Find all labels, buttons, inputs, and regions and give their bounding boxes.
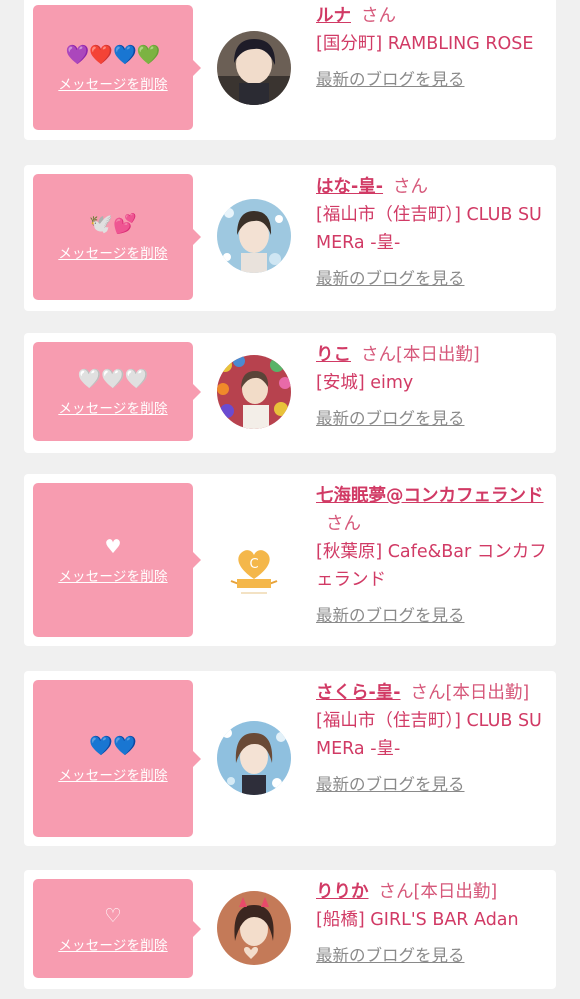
avatar[interactable] <box>217 31 291 105</box>
shop-name: [福山市（住吉町）] CLUB SUMERa -皇- <box>316 711 542 759</box>
delete-message-link[interactable]: メッセージを削除 <box>58 565 167 585</box>
delete-message-link[interactable]: メッセージを削除 <box>58 397 167 417</box>
name-suffix: さん <box>393 177 429 197</box>
latest-blog-link[interactable]: 最新のブログを見る <box>316 771 552 799</box>
cast-name-link[interactable]: さくら-皇- <box>316 683 401 703</box>
shop-name: [福山市（住吉町）] CLUB SUMERa -皇- <box>316 205 542 253</box>
avatar[interactable] <box>217 891 291 965</box>
shop-name: [安城] eimy <box>316 373 414 393</box>
message-bubble: ♡ メッセージを削除 <box>33 879 201 978</box>
cast-name-link[interactable]: 七海眠夢@コンカフェランド <box>316 486 544 506</box>
name-suffix: さん[本日出勤] <box>410 683 530 703</box>
shop-name: [国分町] RAMBLING ROSE <box>316 34 534 54</box>
entry-info: さくら-皇- さん[本日出勤] [福山市（住吉町）] CLUB SUMERa -皇… <box>316 679 552 799</box>
message-bubble: 💙💙 メッセージを削除 <box>33 680 201 837</box>
message-bubble: 🤍🤍🤍 メッセージを削除 <box>33 342 201 441</box>
latest-blog-link[interactable]: 最新のブログを見る <box>316 265 552 293</box>
message-card: 💜❤️💙💚 メッセージを削除 ルナ さん [国分町] RAMBLING ROSE … <box>24 0 556 140</box>
message-emoji: ♥ <box>104 536 122 558</box>
cast-name-link[interactable]: ルナ <box>316 6 351 26</box>
delete-message-link[interactable]: メッセージを削除 <box>58 764 167 784</box>
name-suffix: さん <box>326 514 361 534</box>
message-card: 🕊️💕 メッセージを削除 はな-皇- さん [福山市（住吉町）] CLUB SUM… <box>24 165 556 311</box>
name-suffix: さん[本日出勤] <box>378 882 498 902</box>
message-card: ♡ メッセージを削除 りりか さん[本日出勤] [船橋] GIRL'S BAR A… <box>24 870 556 989</box>
latest-blog-link[interactable]: 最新のブログを見る <box>316 602 552 630</box>
delete-message-link[interactable]: メッセージを削除 <box>58 934 167 954</box>
message-bubble: ♥ メッセージを削除 <box>33 483 201 637</box>
message-emoji: 💙💙 <box>89 734 137 757</box>
message-bubble: 🕊️💕 メッセージを削除 <box>33 174 201 300</box>
avatar[interactable]: C <box>217 537 291 611</box>
shop-name: [船橋] GIRL'S BAR Adan <box>316 910 519 930</box>
delete-message-link[interactable]: メッセージを削除 <box>58 73 167 93</box>
latest-blog-link[interactable]: 最新のブログを見る <box>316 405 552 433</box>
cast-name-link[interactable]: りりか <box>316 882 369 902</box>
entry-info: はな-皇- さん [福山市（住吉町）] CLUB SUMERa -皇- 最新のブロ… <box>316 173 552 293</box>
delete-message-link[interactable]: メッセージを削除 <box>58 242 167 262</box>
message-emoji: 💜❤️💙💚 <box>65 43 161 66</box>
cast-name-link[interactable]: りこ <box>316 345 351 365</box>
message-emoji: ♡ <box>104 904 122 927</box>
message-card: 💙💙 メッセージを削除 さくら-皇- さん[本日出勤] [福山市（住吉町）] CL… <box>24 671 556 846</box>
message-card: ♥ メッセージを削除 C 七海眠夢@コンカフェランドさん [秋葉原] Cafe&… <box>24 474 556 646</box>
shop-name: [秋葉原] Cafe&Bar コンカフェランド <box>316 542 547 590</box>
cast-name-link[interactable]: はな-皇- <box>316 177 383 197</box>
name-suffix: さん[本日出勤] <box>361 345 480 365</box>
message-emoji: 🤍🤍🤍 <box>77 367 149 390</box>
svg-text:C: C <box>249 557 258 572</box>
entry-info: りこ さん[本日出勤] [安城] eimy 最新のブログを見る <box>316 341 552 433</box>
message-card: 🤍🤍🤍 メッセージを削除 りこ さん[本日出勤] [安城] eimy 最新のブログ… <box>24 333 556 453</box>
entry-info: りりか さん[本日出勤] [船橋] GIRL'S BAR Adan 最新のブログを… <box>316 878 552 970</box>
latest-blog-link[interactable]: 最新のブログを見る <box>316 66 552 94</box>
entry-info: 七海眠夢@コンカフェランドさん [秋葉原] Cafe&Bar コンカフェランド … <box>316 482 552 630</box>
avatar[interactable] <box>217 355 291 429</box>
avatar[interactable] <box>217 199 291 273</box>
latest-blog-link[interactable]: 最新のブログを見る <box>316 942 552 970</box>
avatar[interactable] <box>217 721 291 795</box>
message-emoji: 🕊️💕 <box>89 213 137 235</box>
entry-info: ルナ さん [国分町] RAMBLING ROSE 最新のブログを見る <box>316 2 552 94</box>
name-suffix: さん <box>361 6 396 26</box>
message-bubble: 💜❤️💙💚 メッセージを削除 <box>33 5 201 130</box>
